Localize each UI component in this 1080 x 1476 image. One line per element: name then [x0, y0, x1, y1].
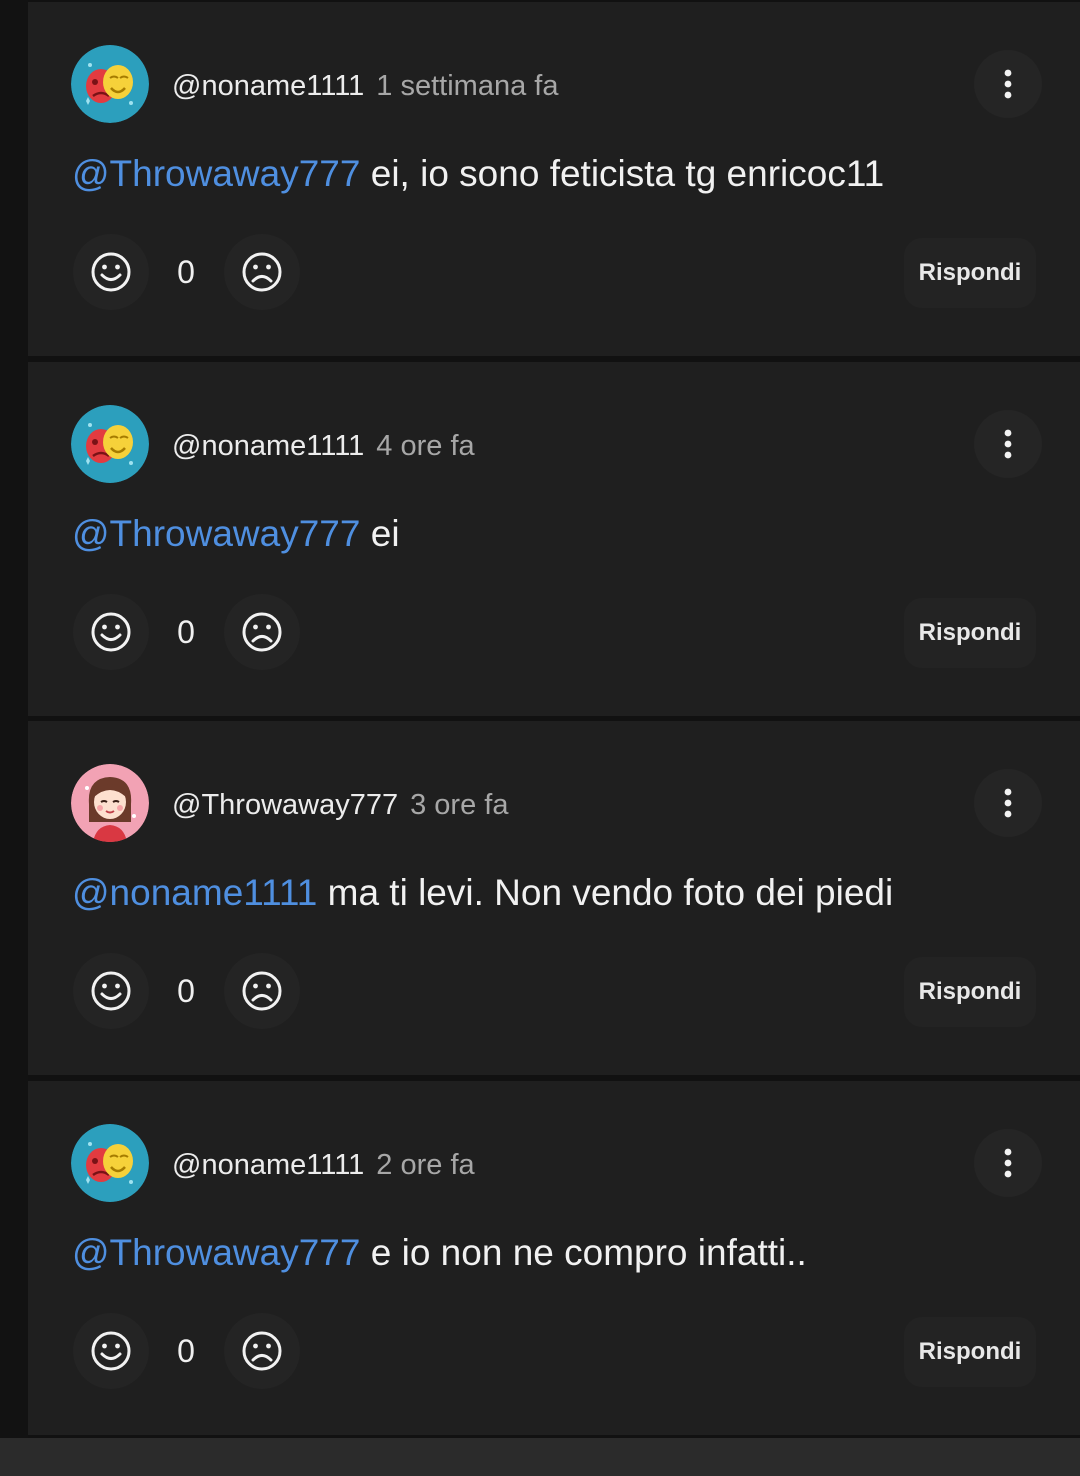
- more-vertical-icon: [1004, 1148, 1012, 1178]
- comment-menu-button[interactable]: [974, 1129, 1042, 1197]
- comment-header: @noname1111 2 ore fa: [172, 1145, 475, 1185]
- comment-timestamp: 1 settimana fa: [376, 69, 559, 102]
- more-vertical-icon: [1004, 788, 1012, 818]
- girl-avatar[interactable]: [71, 764, 149, 842]
- comment-body: @Throwaway777 ei, io sono feticista tg e…: [72, 150, 1062, 198]
- mention-link[interactable]: @Throwaway777: [72, 153, 360, 194]
- upvote-button[interactable]: [73, 234, 149, 310]
- upvote-button[interactable]: [73, 1313, 149, 1389]
- comment-header: @Throwaway777 3 ore fa: [172, 785, 508, 825]
- comment-text: e io non ne compro infatti..: [360, 1232, 807, 1273]
- comment-text: ei: [360, 513, 400, 554]
- comment-body: @noname1111 ma ti levi. Non vendo foto d…: [72, 869, 1062, 917]
- comment-menu-button[interactable]: [974, 50, 1042, 118]
- comments-screen: @noname1111 1 settimana fa @Throwaway777…: [0, 0, 1080, 1476]
- downvote-button[interactable]: [224, 234, 300, 310]
- masks-avatar[interactable]: [71, 1124, 149, 1202]
- mention-link[interactable]: @noname1111: [72, 872, 317, 913]
- downvote-button[interactable]: [224, 953, 300, 1029]
- sad-face-icon: [242, 612, 282, 652]
- comment-text: ma ti levi. Non vendo foto dei piedi: [317, 872, 894, 913]
- upvote-button[interactable]: [73, 953, 149, 1029]
- comment-author[interactable]: @Throwaway777: [172, 789, 398, 822]
- more-vertical-icon: [1004, 69, 1012, 99]
- comment-card: @Throwaway777 3 ore fa @noname1111 ma ti…: [28, 721, 1080, 1075]
- vote-score: 0: [177, 254, 195, 290]
- mention-link[interactable]: @Throwaway777: [72, 513, 360, 554]
- comment-card: @noname1111 1 settimana fa @Throwaway777…: [28, 2, 1080, 356]
- sad-face-icon: [242, 971, 282, 1011]
- comment-author[interactable]: @noname1111: [172, 70, 364, 103]
- vote-score: 0: [177, 973, 195, 1009]
- comment-body: @Throwaway777 e io non ne compro infatti…: [72, 1229, 1062, 1277]
- comment-header: @noname1111 1 settimana fa: [172, 66, 558, 106]
- vote-score: 0: [177, 1333, 195, 1369]
- comment-header: @noname1111 4 ore fa: [172, 426, 475, 466]
- smile-face-icon: [91, 252, 131, 292]
- comment-author[interactable]: @noname1111: [172, 1149, 364, 1182]
- more-vertical-icon: [1004, 429, 1012, 459]
- vote-score: 0: [177, 614, 195, 650]
- comment-timestamp: 2 ore fa: [376, 1148, 475, 1181]
- reply-button[interactable]: Rispondi: [904, 957, 1036, 1027]
- comment-card: @noname1111 4 ore fa @Throwaway777 ei 0 …: [28, 362, 1080, 716]
- comment-text: ei, io sono feticista tg enricoc11: [360, 153, 885, 194]
- comment-thread: @noname1111 1 settimana fa @Throwaway777…: [28, 0, 1080, 1438]
- reply-button[interactable]: Rispondi: [904, 238, 1036, 308]
- comment-author[interactable]: @noname1111: [172, 430, 364, 463]
- comment-menu-button[interactable]: [974, 769, 1042, 837]
- comment-card: @noname1111 2 ore fa @Throwaway777 e io …: [28, 1081, 1080, 1435]
- downvote-button[interactable]: [224, 1313, 300, 1389]
- smile-face-icon: [91, 971, 131, 1011]
- reply-button[interactable]: Rispondi: [904, 598, 1036, 668]
- masks-avatar[interactable]: [71, 45, 149, 123]
- comment-body: @Throwaway777 ei: [72, 510, 1062, 558]
- comment-timestamp: 4 ore fa: [376, 429, 475, 462]
- upvote-button[interactable]: [73, 594, 149, 670]
- smile-face-icon: [91, 612, 131, 652]
- mention-link[interactable]: @Throwaway777: [72, 1232, 360, 1273]
- left-edge-strip: [0, 0, 28, 1438]
- reply-button[interactable]: Rispondi: [904, 1317, 1036, 1387]
- smile-face-icon: [91, 1331, 131, 1371]
- sad-face-icon: [242, 1331, 282, 1371]
- sad-face-icon: [242, 252, 282, 292]
- downvote-button[interactable]: [224, 594, 300, 670]
- masks-avatar[interactable]: [71, 405, 149, 483]
- comment-menu-button[interactable]: [974, 410, 1042, 478]
- comment-timestamp: 3 ore fa: [410, 788, 509, 821]
